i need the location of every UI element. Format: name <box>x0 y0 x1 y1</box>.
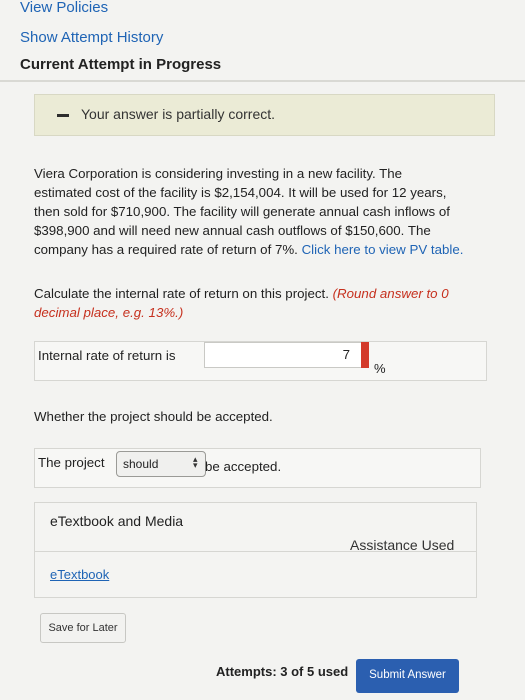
rounding-note: (Round answer to 0 <box>332 286 449 301</box>
percent-unit: % <box>374 361 386 376</box>
current-attempt-heading: Current Attempt in Progress <box>20 56 222 73</box>
view-policies-link[interactable]: View Policies <box>20 0 108 16</box>
select-updown-icon: ▴ ▾ <box>193 454 198 470</box>
accept-prefix: The project <box>38 455 105 470</box>
irr-label: Internal rate of return is <box>38 348 176 363</box>
problem-line: Viera Corporation is considering investi… <box>34 166 403 181</box>
problem-statement: Viera Corporation is considering investi… <box>34 164 504 259</box>
etextbook-link[interactable]: eTextbook <box>50 567 109 582</box>
feedback-text: Your answer is partially correct. <box>81 106 276 122</box>
nav-divider <box>0 80 525 82</box>
select-value: should <box>123 457 159 471</box>
accept-answer-row: The project should ▴ ▾ be accepted. <box>34 448 481 488</box>
irr-input[interactable]: 7 <box>204 342 363 368</box>
irr-answer-row: Internal rate of return is 7 % <box>34 341 487 381</box>
assistance-used: Assistance Used <box>350 537 455 553</box>
partial-correct-icon <box>57 114 69 117</box>
attempts-counter: Attempts: 3 of 5 used <box>216 664 349 679</box>
problem-line: then sold for $710,900. The facility wil… <box>34 204 450 219</box>
problem-line: $398,900 and will need new annual cash o… <box>34 223 431 238</box>
problem-line: estimated cost of the facility is $2,154… <box>34 185 447 200</box>
accept-suffix: be accepted. <box>205 459 282 474</box>
problem-line-text: company has a required rate of return of… <box>34 242 302 257</box>
feedback-banner: Your answer is partially correct. <box>34 94 495 136</box>
pv-table-link[interactable]: Click here to view PV table. <box>302 242 464 257</box>
submit-answer-button[interactable]: Submit Answer <box>356 659 459 693</box>
show-attempt-history-link[interactable]: Show Attempt History <box>20 29 163 46</box>
question-text: Calculate the internal rate of return on… <box>34 286 333 301</box>
question-line: Calculate the internal rate of return on… <box>34 284 504 303</box>
incorrect-marker-icon <box>361 342 369 368</box>
question-irr: Calculate the internal rate of return on… <box>34 284 504 322</box>
problem-line: company has a required rate of return of… <box>34 240 504 259</box>
etextbook-panel: eTextbook and Media Assistance Used eTex… <box>34 502 477 598</box>
etextbook-title: eTextbook and Media <box>50 513 184 529</box>
etextbook-header: eTextbook and Media Assistance Used <box>35 503 476 553</box>
save-for-later-button[interactable]: Save for Later <box>40 613 126 643</box>
rounding-note-cont: decimal place, e.g. 13%.) <box>34 305 184 320</box>
question-accept: Whether the project should be accepted. <box>34 409 273 424</box>
